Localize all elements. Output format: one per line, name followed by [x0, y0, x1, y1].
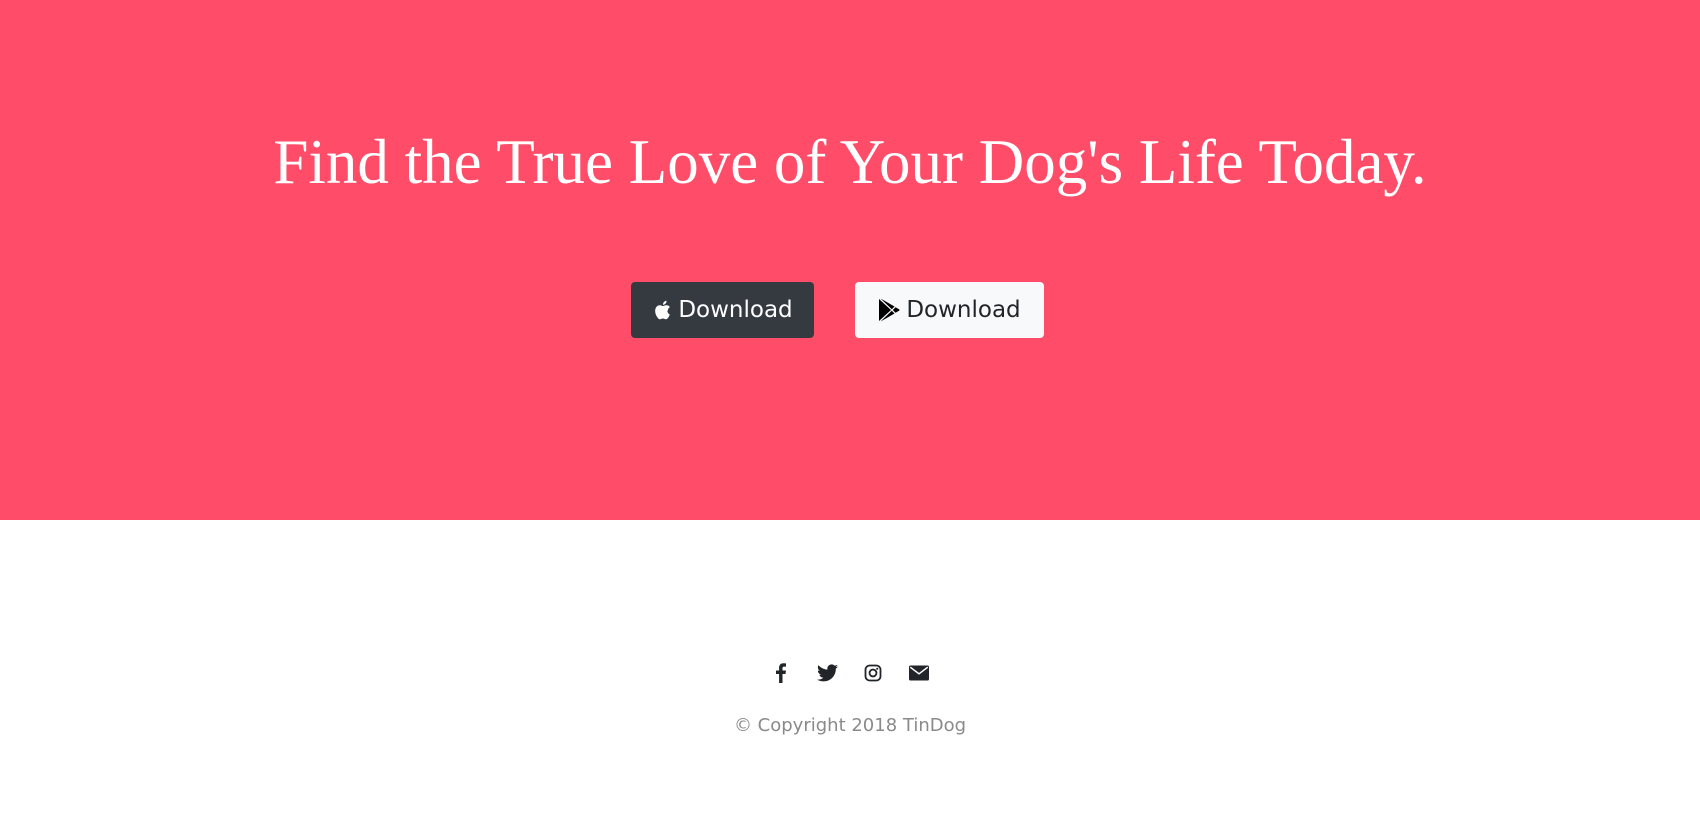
envelope-icon[interactable]: [908, 662, 930, 684]
copyright-text: © Copyright 2018 TinDog: [733, 715, 967, 736]
facebook-icon[interactable]: [770, 662, 792, 684]
apple-download-button[interactable]: Download: [631, 282, 814, 338]
social-links: [0, 662, 1700, 686]
twitter-icon[interactable]: [816, 662, 838, 684]
apple-download-label: Download: [678, 297, 793, 323]
instagram-icon[interactable]: [862, 662, 884, 684]
page-title: Find the True Love of Your Dog's Life To…: [273, 127, 1427, 197]
title-section: Find the True Love of Your Dog's Life To…: [0, 0, 1700, 520]
google-play-icon: [878, 298, 900, 322]
google-play-download-label: Download: [906, 297, 1021, 323]
apple-icon: [652, 299, 672, 321]
google-play-download-button[interactable]: Download: [855, 282, 1044, 338]
